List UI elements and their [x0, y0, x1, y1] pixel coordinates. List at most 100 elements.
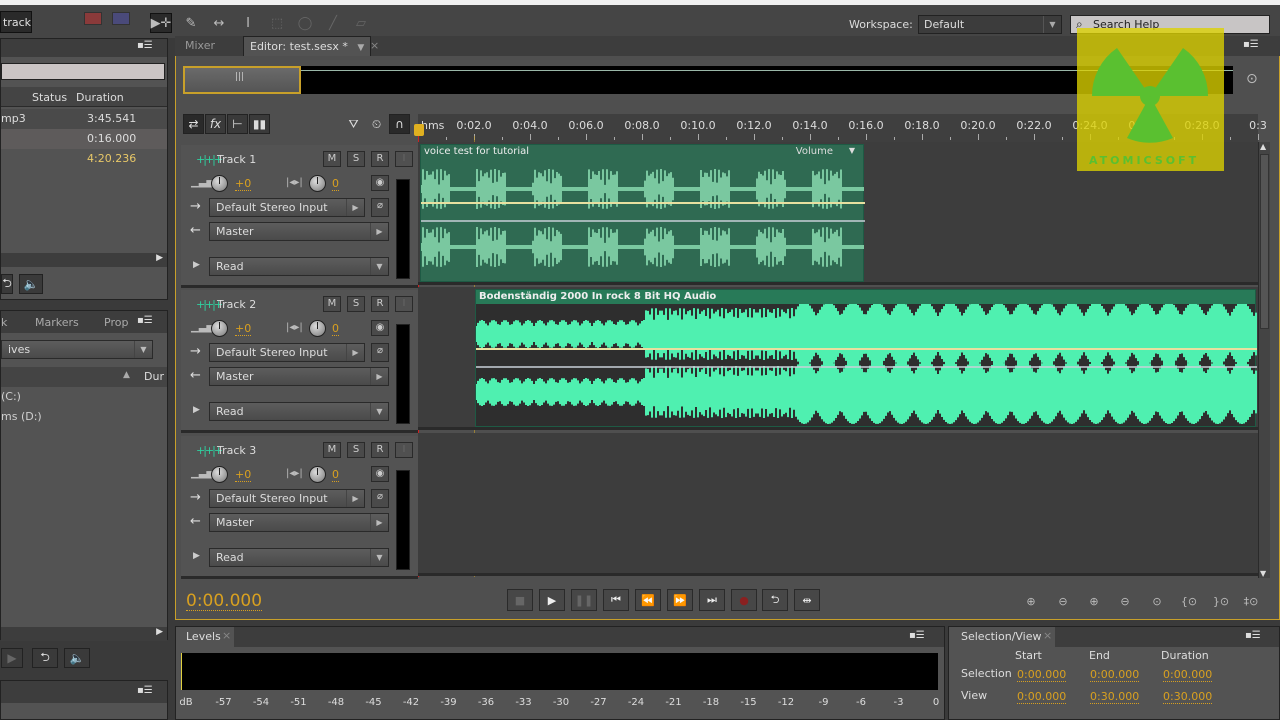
horizontal-scrollbar[interactable]: ▶	[1, 627, 167, 641]
pan-knob[interactable]	[309, 466, 326, 483]
sort-ascending-icon[interactable]: ▲	[123, 370, 130, 380]
razor-tool-icon[interactable]: ✎	[180, 13, 202, 33]
envelope-label[interactable]: Volume	[796, 146, 833, 157]
selection-end[interactable]: 0:00.000	[1090, 668, 1140, 682]
timeline-overview[interactable]: |||	[183, 66, 1233, 94]
track-button[interactable]: track	[0, 11, 32, 33]
expand-automation-icon[interactable]: ▶	[193, 405, 200, 415]
close-icon[interactable]: ×	[370, 39, 379, 52]
chevron-down-icon[interactable]: ▼	[357, 43, 364, 53]
view-start[interactable]: 0:00.000	[1017, 690, 1067, 704]
file-row[interactable]: mp3 3:45.541	[1, 109, 167, 129]
view-end[interactable]: 0:30.000	[1090, 690, 1140, 704]
pause-button[interactable]: ❚❚	[571, 589, 597, 611]
overview-viewport-handle[interactable]: |||	[183, 66, 301, 94]
auto-play-icon[interactable]: 🔈	[19, 274, 43, 294]
sends-icon[interactable]: ⊢	[227, 114, 248, 134]
track-lane[interactable]: Bodenständig 2000 In rock 8 Bit HQ Audio	[418, 287, 1258, 430]
slip-tool-icon[interactable]: ↔	[208, 13, 230, 33]
volume-value[interactable]: +0	[235, 178, 252, 191]
file-row[interactable]: 4:20.236	[1, 149, 167, 169]
record-arm-button[interactable]: R	[371, 151, 389, 167]
snapping-icon[interactable]: ∩	[389, 114, 410, 134]
file-row[interactable]: 0:16.000	[1, 129, 167, 149]
pan-value[interactable]: 0	[332, 469, 339, 482]
automation-mode-select[interactable]: Read ▼	[209, 402, 389, 421]
panel-menu-icon[interactable]: ▪☰	[1243, 39, 1259, 50]
pan-knob[interactable]	[309, 320, 326, 337]
volume-knob[interactable]	[211, 466, 228, 483]
track-name[interactable]: Track 1	[217, 153, 256, 166]
go-to-end-button[interactable]: ⏭	[699, 589, 725, 611]
mute-button[interactable]: M	[323, 442, 341, 458]
input-select[interactable]: Default Stereo Input ▶	[209, 198, 365, 217]
pan-knob[interactable]	[309, 175, 326, 192]
automation-mode-select[interactable]: Read ▼	[209, 548, 389, 567]
track-name[interactable]: Track 2	[217, 298, 256, 311]
zoom-in-right-icon[interactable]: }⊙	[1210, 592, 1232, 610]
current-time-display[interactable]: 0:00.000	[186, 592, 263, 611]
column-duration[interactable]: Dur	[144, 370, 164, 383]
monitor-input-button[interactable]: I	[395, 442, 413, 458]
brush-tool-icon[interactable]: ╱	[322, 13, 344, 33]
vertical-scrollbar[interactable]: ▲ ▼	[1258, 142, 1270, 578]
stereo-balance-icon[interactable]: ◉	[371, 320, 389, 336]
rewind-button[interactable]: ⏪	[635, 589, 661, 611]
phase-invert-icon[interactable]: ⌀	[371, 198, 389, 217]
stereo-balance-icon[interactable]: ◉	[371, 175, 389, 191]
mute-button[interactable]: M	[323, 151, 341, 167]
close-icon[interactable]: ×	[1043, 629, 1052, 642]
clip-title-bar[interactable]: Bodenständig 2000 In rock 8 Bit HQ Audio	[476, 290, 1255, 304]
panel-menu-icon[interactable]: ▪☰	[909, 630, 925, 641]
zoom-in-amplitude-icon[interactable]: ⊕	[1020, 592, 1042, 610]
drive-item[interactable]: ms (D:)	[1, 407, 167, 427]
zoom-in-left-icon[interactable]: {⊙	[1178, 592, 1200, 610]
panel-menu-icon[interactable]: ▪☰	[137, 685, 153, 696]
audio-clip[interactable]: Bodenständig 2000 In rock 8 Bit HQ Audio	[475, 289, 1257, 427]
output-select[interactable]: Master ▶	[209, 222, 389, 241]
auto-play-icon[interactable]: 🔈	[64, 648, 90, 668]
tab-properties[interactable]: Prop	[104, 316, 128, 329]
expand-automation-icon[interactable]: ▶	[193, 260, 200, 270]
tab-editor[interactable]: Editor: test.sesx * ▼	[243, 36, 372, 56]
audio-clip[interactable]: voice test for tutorial Volume ▼	[420, 144, 865, 282]
view-duration[interactable]: 0:30.000	[1163, 690, 1213, 704]
marquee-tool-icon[interactable]: ⬚	[266, 13, 288, 33]
zoom-full-icon[interactable]: ⊙	[1246, 71, 1258, 87]
tab-mixer[interactable]: Mixer	[185, 36, 215, 56]
record-arm-button[interactable]: R	[371, 296, 389, 312]
input-select[interactable]: Default Stereo Input ▶	[209, 489, 365, 508]
play-icon[interactable]: ▶	[1, 648, 23, 668]
drive-item[interactable]: (C:)	[1, 387, 167, 407]
chevron-down-icon[interactable]: ▼	[849, 146, 855, 155]
spectral-view-icon[interactable]	[112, 12, 130, 25]
zoom-out-time-icon[interactable]: ⊖	[1114, 592, 1136, 610]
monitor-input-button[interactable]: I	[395, 151, 413, 167]
drives-select[interactable]: ives ▼	[1, 340, 153, 359]
waveform-view-icon[interactable]	[84, 12, 102, 25]
solo-button[interactable]: S	[347, 151, 365, 167]
zoom-out-full-icon[interactable]: ⊙	[1146, 592, 1168, 610]
skip-selection-button[interactable]: ⇹	[794, 589, 820, 611]
effects-icon[interactable]: fx	[205, 114, 226, 134]
zoom-out-amplitude-icon[interactable]: ⊖	[1052, 592, 1074, 610]
column-status[interactable]: Status	[32, 91, 67, 104]
inputs-outputs-icon[interactable]: ⇄	[183, 114, 204, 134]
panel-menu-icon[interactable]: ▪☰	[137, 315, 153, 326]
panel-menu-icon[interactable]: ▪☰	[137, 40, 153, 51]
tab-media[interactable]: k	[1, 316, 7, 329]
files-search-input[interactable]	[1, 63, 165, 80]
workspace-select[interactable]: Default ▼	[918, 15, 1062, 34]
volume-value[interactable]: +0	[235, 323, 252, 336]
timing-icon[interactable]: ⏲	[366, 114, 387, 134]
output-select[interactable]: Master ▶	[209, 367, 389, 386]
mute-button[interactable]: M	[323, 296, 341, 312]
phase-invert-icon[interactable]: ⌀	[371, 343, 389, 362]
solo-button[interactable]: S	[347, 296, 365, 312]
automation-mode-select[interactable]: Read ▼	[209, 257, 389, 276]
pan-value[interactable]: 0	[332, 178, 339, 191]
monitor-input-button[interactable]: I	[395, 296, 413, 312]
selection-start[interactable]: 0:00.000	[1017, 668, 1067, 682]
go-to-start-button[interactable]: ⏮	[603, 589, 629, 611]
horizontal-scrollbar[interactable]: ▶	[1, 253, 167, 267]
